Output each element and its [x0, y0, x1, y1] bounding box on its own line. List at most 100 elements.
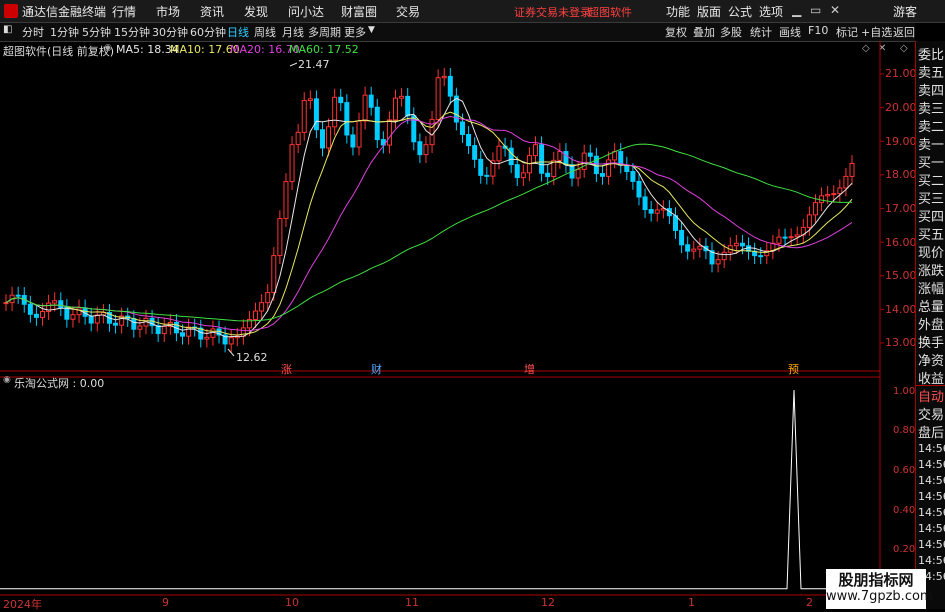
- maximize-icon[interactable]: ▭: [810, 3, 821, 17]
- candle-body: [283, 181, 289, 220]
- sidebar-item-change-pct[interactable]: 涨幅: [918, 278, 944, 297]
- candle-body: [654, 209, 660, 214]
- back-button[interactable]: 返回: [893, 24, 915, 40]
- sidebar-item-outer[interactable]: 外盘: [918, 314, 944, 333]
- event-marker[interactable]: 增: [524, 361, 535, 377]
- app-logo-icon: [4, 4, 18, 18]
- minimize-icon[interactable]: ▁: [792, 3, 801, 17]
- candle-body: [253, 310, 259, 320]
- candlestick-chart[interactable]: [0, 41, 915, 609]
- sidebar-item-bid2[interactable]: 买二: [918, 170, 944, 189]
- trade-time: 14:56: [918, 458, 945, 471]
- candle-body: [228, 337, 234, 345]
- sidebar-item-net-assets[interactable]: 净资: [918, 350, 944, 369]
- sidebar-item-ask4[interactable]: 卖四: [918, 80, 944, 99]
- candle-body: [64, 307, 70, 320]
- close-icon[interactable]: ✕: [830, 3, 840, 17]
- sidebar-item-ask5[interactable]: 卖五: [918, 62, 944, 81]
- candle-body: [733, 242, 739, 247]
- sidebar-item-order-ratio[interactable]: 委比: [918, 44, 944, 63]
- indicator-title: 乐淘公式网 : 0.00: [14, 377, 105, 390]
- watermark-url: www.7gpzb.com: [826, 589, 933, 604]
- tab-after-hours[interactable]: 盘后: [918, 422, 944, 441]
- x-tick: 2: [806, 596, 813, 609]
- sidebar-item-turnover[interactable]: 换手: [918, 332, 944, 351]
- menu-news[interactable]: 资讯: [200, 3, 224, 20]
- tab-auto[interactable]: 自动: [918, 386, 944, 405]
- sidebar-item-bid5[interactable]: 买五: [918, 224, 944, 243]
- period-monthly[interactable]: 月线: [282, 24, 304, 40]
- candle-body: [843, 175, 849, 189]
- candle-body: [301, 100, 307, 133]
- candle-body: [52, 300, 58, 304]
- period-5min[interactable]: 5分钟: [82, 24, 111, 40]
- candle-body: [478, 158, 484, 176]
- adjust-button[interactable]: 复权: [665, 24, 687, 40]
- x-tick: 10: [285, 596, 299, 609]
- period-15min[interactable]: 15分钟: [114, 24, 150, 40]
- period-intraday[interactable]: 分时: [22, 24, 44, 40]
- chevron-down-icon[interactable]: ▼: [368, 25, 375, 35]
- candle-body: [405, 95, 411, 117]
- menu-functions[interactable]: 功能: [666, 3, 690, 20]
- period-daily[interactable]: 日线: [227, 24, 249, 40]
- overlay-button[interactable]: 叠加: [693, 24, 715, 40]
- period-multi[interactable]: 多周期: [308, 24, 341, 40]
- menu-market[interactable]: 市场: [156, 3, 180, 20]
- statistics-button[interactable]: 统计: [750, 24, 772, 40]
- event-marker[interactable]: 预: [788, 361, 799, 377]
- candle-body: [794, 234, 800, 238]
- sidebar-item-price[interactable]: 现价: [918, 242, 944, 261]
- multi-stock-button[interactable]: 多股: [720, 24, 742, 40]
- candle-body: [326, 126, 332, 149]
- low-price-label: 12.62: [236, 351, 268, 364]
- sidebar-item-bid3[interactable]: 买三: [918, 188, 944, 207]
- sidebar-item-volume[interactable]: 总量: [918, 296, 944, 315]
- broker-login-status[interactable]: 证券交易未登录: [514, 4, 591, 20]
- mark-button[interactable]: 标记: [836, 24, 858, 40]
- candle-body: [837, 187, 843, 195]
- event-marker[interactable]: 涨: [281, 361, 292, 377]
- candle-body: [307, 98, 313, 102]
- candle-body: [496, 145, 502, 162]
- candle-body: [624, 164, 630, 173]
- menu-formula[interactable]: 公式: [728, 3, 752, 20]
- x-tick: 12: [541, 596, 555, 609]
- panel-toggle-icon[interactable]: ◧: [3, 24, 12, 35]
- menu-trade[interactable]: 交易: [396, 3, 420, 20]
- tab-trade[interactable]: 交易: [918, 404, 944, 423]
- draw-line-button[interactable]: 画线: [779, 24, 801, 40]
- sidebar-item-ask1[interactable]: 卖一: [918, 134, 944, 153]
- settings-circle-icon[interactable]: ◉: [3, 375, 11, 385]
- add-watchlist-button[interactable]: +自选: [861, 24, 892, 40]
- period-1min[interactable]: 1分钟: [50, 24, 79, 40]
- menu-layout[interactable]: 版面: [697, 3, 721, 20]
- f10-button[interactable]: F10: [808, 24, 828, 37]
- menu-wealth-circle[interactable]: 财富圈: [341, 3, 377, 20]
- menu-assistant[interactable]: 问小达: [288, 3, 324, 20]
- candle-body: [648, 209, 654, 214]
- trade-time: 14:56: [918, 442, 945, 455]
- brand-link[interactable]: 超图软件: [588, 4, 632, 20]
- sidebar-item-ask3[interactable]: 卖三: [918, 98, 944, 117]
- event-marker[interactable]: 财: [371, 361, 382, 377]
- sidebar-item-change[interactable]: 涨跌: [918, 260, 944, 279]
- menu-options[interactable]: 选项: [759, 3, 783, 20]
- sidebar-item-bid1[interactable]: 买一: [918, 152, 944, 171]
- candle-body: [3, 302, 9, 305]
- period-more[interactable]: 更多: [344, 24, 366, 40]
- sidebar-item-bid4[interactable]: 买四: [918, 206, 944, 225]
- candle-body: [776, 236, 782, 244]
- price-tick: 16.00: [885, 236, 917, 249]
- candle-body: [180, 332, 186, 337]
- menu-discover[interactable]: 发现: [244, 3, 268, 20]
- period-weekly[interactable]: 周线: [254, 24, 276, 40]
- candle-body: [33, 313, 39, 318]
- sidebar-item-ask2[interactable]: 卖二: [918, 116, 944, 135]
- guest-login[interactable]: 游客: [893, 3, 917, 20]
- period-60min[interactable]: 60分钟: [190, 24, 226, 40]
- menu-market-quotes[interactable]: 行情: [112, 3, 136, 20]
- trade-time: 14:56: [918, 554, 945, 567]
- candle-body: [399, 95, 405, 99]
- period-30min[interactable]: 30分钟: [152, 24, 188, 40]
